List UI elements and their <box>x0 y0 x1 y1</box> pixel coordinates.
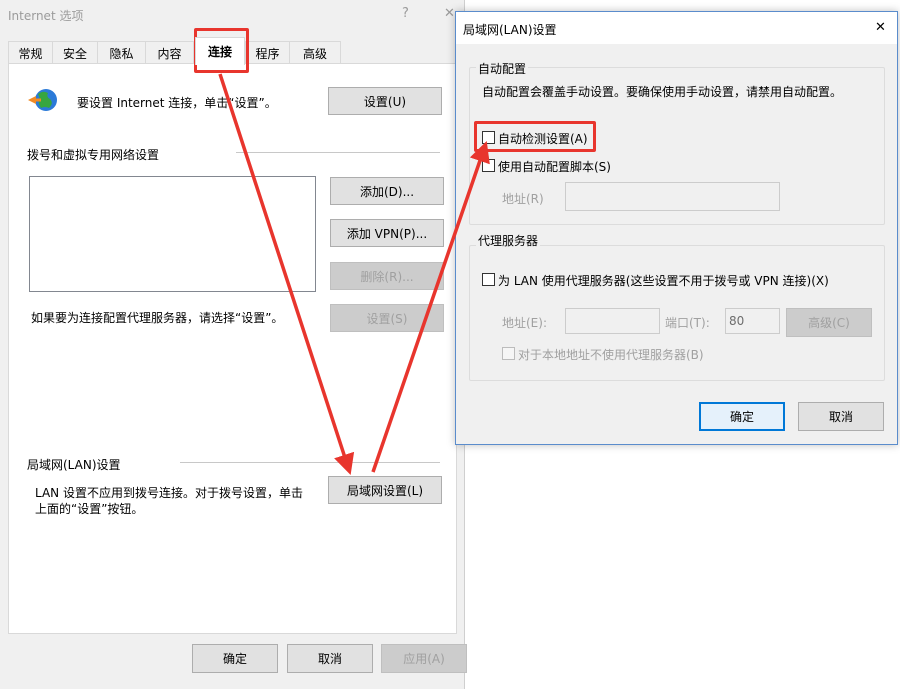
arrow-lan-button-to-auto-detect <box>371 141 490 473</box>
annotation-arrows <box>218 73 490 475</box>
tab-label: 连接 <box>207 45 232 59</box>
tab-connections[interactable]: 连接 <box>195 37 245 65</box>
arrow-tab-to-lan-button <box>218 73 355 475</box>
